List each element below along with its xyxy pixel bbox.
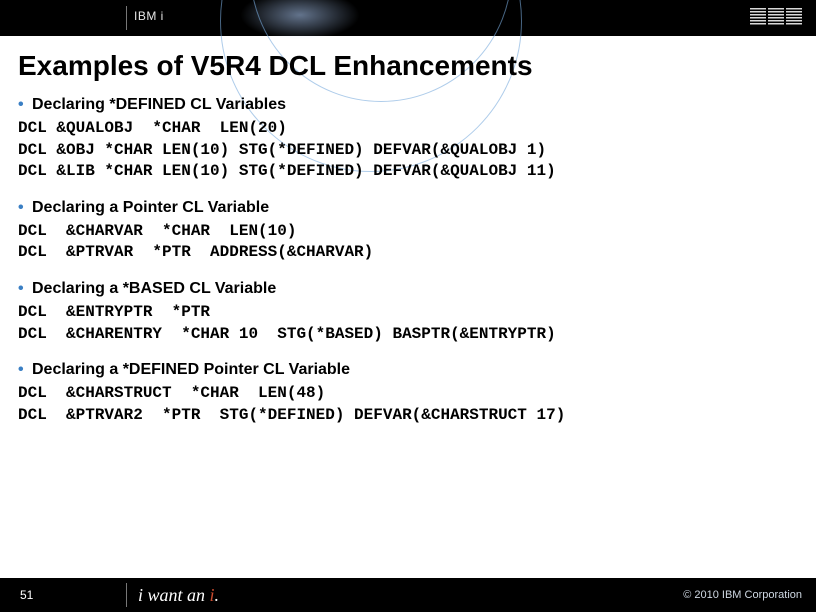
copyright-text: © 2010 IBM Corporation bbox=[683, 589, 802, 601]
code-line: DCL &OBJ *CHAR LEN(10) STG(*DEFINED) DEF… bbox=[18, 140, 798, 162]
code-line: DCL &CHARSTRUCT *CHAR LEN(48) bbox=[18, 383, 798, 405]
tagline-suffix: . bbox=[215, 585, 220, 605]
ibm-logo-stripe bbox=[768, 8, 784, 26]
code-line: DCL &CHARVAR *CHAR LEN(10) bbox=[18, 221, 798, 243]
code-line: DCL &CHARENTRY *CHAR 10 STG(*BASED) BASP… bbox=[18, 324, 798, 346]
section-heading: Declaring a *BASED CL Variable bbox=[18, 280, 798, 298]
footer-divider bbox=[126, 583, 127, 607]
header-divider bbox=[126, 6, 127, 30]
section: Declaring a *BASED CL Variable DCL &ENTR… bbox=[18, 280, 798, 345]
slide-body: Examples of V5R4 DCL Enhancements Declar… bbox=[0, 36, 816, 578]
header-bar: IBM i bbox=[0, 0, 816, 36]
code-line: DCL &QUALOBJ *CHAR LEN(20) bbox=[18, 118, 798, 140]
code-line: DCL &ENTRYPTR *PTR bbox=[18, 302, 798, 324]
section-heading: Declaring a Pointer CL Variable bbox=[18, 199, 798, 217]
slide-number: 51 bbox=[20, 588, 33, 602]
ibm-logo-stripe bbox=[750, 8, 766, 26]
section: Declaring a Pointer CL Variable DCL &CHA… bbox=[18, 199, 798, 264]
footer-bar: 51 i want an i. © 2010 IBM Corporation bbox=[0, 578, 816, 612]
slide-title: Examples of V5R4 DCL Enhancements bbox=[18, 50, 798, 82]
ibm-logo bbox=[750, 8, 802, 31]
section: Declaring *DEFINED CL Variables DCL &QUA… bbox=[18, 96, 798, 183]
footer-tagline: i want an i. bbox=[138, 585, 219, 606]
tagline-prefix: i want an bbox=[138, 585, 210, 605]
section-heading: Declaring a *DEFINED Pointer CL Variable bbox=[18, 361, 798, 379]
section: Declaring a *DEFINED Pointer CL Variable… bbox=[18, 361, 798, 426]
code-line: DCL &LIB *CHAR LEN(10) STG(*DEFINED) DEF… bbox=[18, 161, 798, 183]
code-line: DCL &PTRVAR2 *PTR STG(*DEFINED) DEFVAR(&… bbox=[18, 405, 798, 427]
section-heading: Declaring *DEFINED CL Variables bbox=[18, 96, 798, 114]
header-glow bbox=[240, 0, 360, 40]
product-label: IBM i bbox=[134, 9, 164, 23]
code-line: DCL &PTRVAR *PTR ADDRESS(&CHARVAR) bbox=[18, 242, 798, 264]
ibm-logo-stripe bbox=[786, 8, 802, 26]
